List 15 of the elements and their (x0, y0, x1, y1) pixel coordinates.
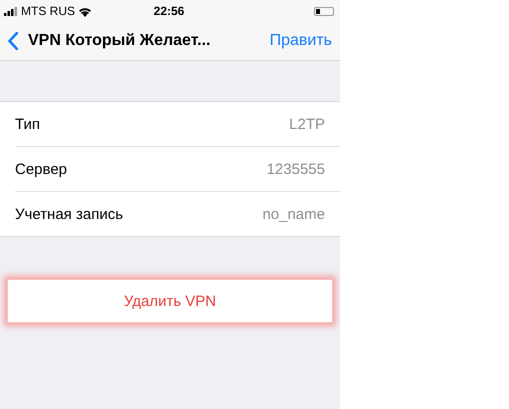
edit-link[interactable]: Править (270, 32, 332, 50)
back-button[interactable] (8, 32, 18, 50)
row-label: Учетная запись (15, 206, 124, 222)
battery-icon (314, 6, 334, 16)
nav-title: VPN Который Желает... (28, 32, 212, 50)
clock: 22:56 (154, 4, 184, 18)
row-label: Тип (15, 116, 40, 132)
delete-vpn-button[interactable]: Удалить VPN (7, 279, 333, 323)
carrier-label: MTS RUS (21, 4, 75, 18)
row-value: L2TP (289, 116, 325, 132)
wifi-icon (78, 6, 92, 16)
row-value: 1235555 (266, 160, 325, 178)
signal-icon (4, 6, 18, 16)
row-label: Сервер (15, 160, 68, 178)
row-value: no_name (262, 206, 325, 222)
